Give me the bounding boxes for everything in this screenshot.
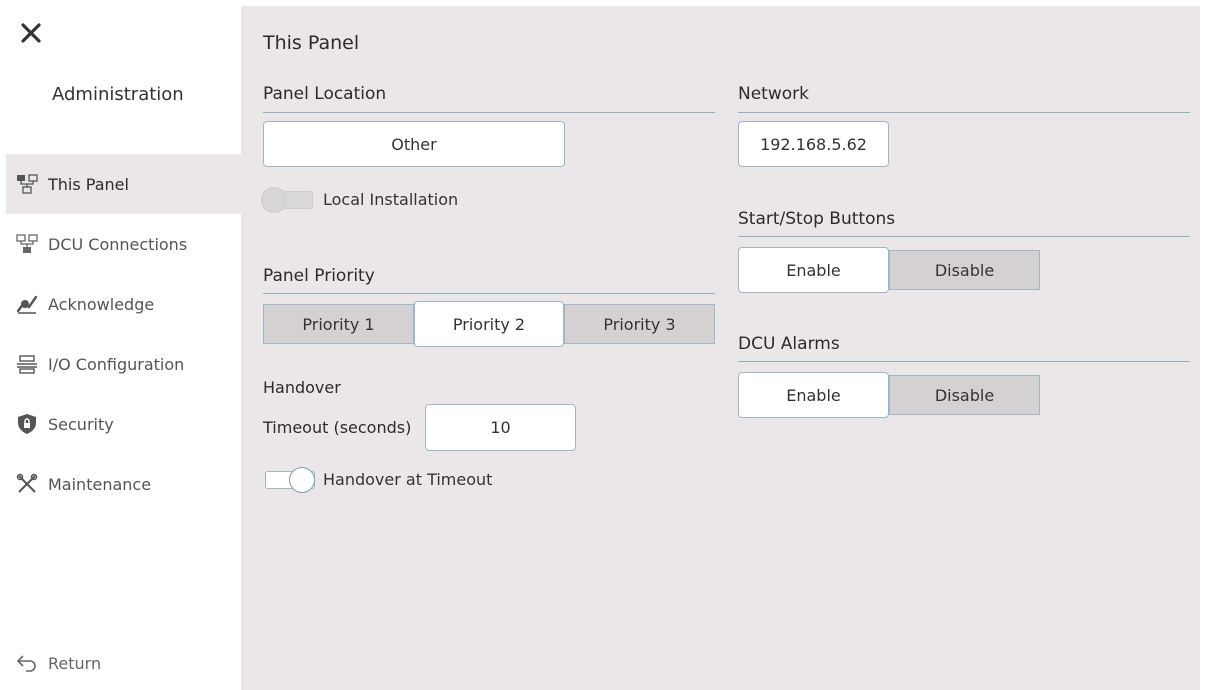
sidebar-item-label: Maintenance: [48, 474, 152, 494]
start-stop-disable-button[interactable]: Disable: [889, 250, 1040, 290]
network-icon: [16, 233, 38, 255]
sidebar: Administration This Panel DCU Connection…: [0, 0, 241, 690]
sidebar-item-label: This Panel: [48, 174, 129, 194]
dcu-alarms-enable-button[interactable]: Enable: [738, 372, 889, 418]
panel-icon: [16, 173, 38, 195]
divider: [263, 112, 715, 113]
divider: [263, 293, 715, 294]
sidebar-item-maintenance[interactable]: Maintenance: [6, 454, 241, 514]
sidebar-item-label: DCU Connections: [48, 234, 188, 254]
start-stop-segmented-control: Enable Disable: [738, 247, 1040, 293]
panel-priority-label: Panel Priority: [263, 266, 375, 286]
return-button[interactable]: Return: [16, 652, 101, 674]
sidebar-item-label: Security: [48, 414, 114, 434]
close-icon[interactable]: [16, 18, 46, 48]
priority-1-button[interactable]: Priority 1: [263, 304, 414, 344]
local-installation-toggle[interactable]: [261, 187, 317, 213]
handover-at-timeout-toggle[interactable]: [263, 467, 319, 493]
sidebar-item-label: Acknowledge: [48, 294, 155, 314]
start-stop-label: Start/Stop Buttons: [738, 209, 896, 229]
priority-segmented-control: Priority 1 Priority 2 Priority 3: [263, 301, 715, 347]
main-panel: This Panel Panel Location Other Local In…: [241, 6, 1200, 690]
network-label: Network: [738, 84, 809, 104]
shield-icon: [16, 413, 38, 435]
divider: [738, 236, 1190, 237]
panel-location-button[interactable]: Other: [263, 121, 565, 167]
timeout-input[interactable]: 10: [425, 404, 576, 451]
acknowledge-icon: [16, 293, 38, 315]
sidebar-title: Administration: [52, 84, 184, 105]
priority-3-button[interactable]: Priority 3: [564, 304, 715, 344]
dcu-alarms-segmented-control: Enable Disable: [738, 372, 1040, 418]
dcu-alarms-label: DCU Alarms: [738, 334, 840, 354]
priority-2-button[interactable]: Priority 2: [414, 301, 564, 347]
io-icon: [16, 353, 38, 375]
network-ip-field[interactable]: 192.168.5.62: [738, 121, 889, 167]
panel-location-label: Panel Location: [263, 84, 387, 104]
sidebar-nav: This Panel DCU Connections Acknowledge I…: [6, 154, 241, 514]
handover-label: Handover: [263, 378, 341, 397]
divider: [738, 361, 1190, 362]
start-stop-enable-button[interactable]: Enable: [738, 247, 889, 293]
sidebar-item-this-panel[interactable]: This Panel: [6, 154, 241, 214]
sidebar-item-dcu-connections[interactable]: DCU Connections: [6, 214, 241, 274]
page-title: This Panel: [263, 32, 360, 54]
dcu-alarms-disable-button[interactable]: Disable: [889, 375, 1040, 415]
local-installation-label: Local Installation: [323, 190, 459, 209]
handover-at-timeout-label: Handover at Timeout: [323, 470, 493, 489]
return-label: Return: [48, 653, 102, 673]
return-icon: [16, 652, 38, 674]
sidebar-item-label: I/O Configuration: [48, 354, 185, 374]
divider: [738, 112, 1190, 113]
timeout-label: Timeout (seconds): [263, 418, 412, 437]
sidebar-item-io-configuration[interactable]: I/O Configuration: [6, 334, 241, 394]
tools-icon: [16, 473, 38, 495]
sidebar-item-security[interactable]: Security: [6, 394, 241, 454]
sidebar-item-acknowledge[interactable]: Acknowledge: [6, 274, 241, 334]
